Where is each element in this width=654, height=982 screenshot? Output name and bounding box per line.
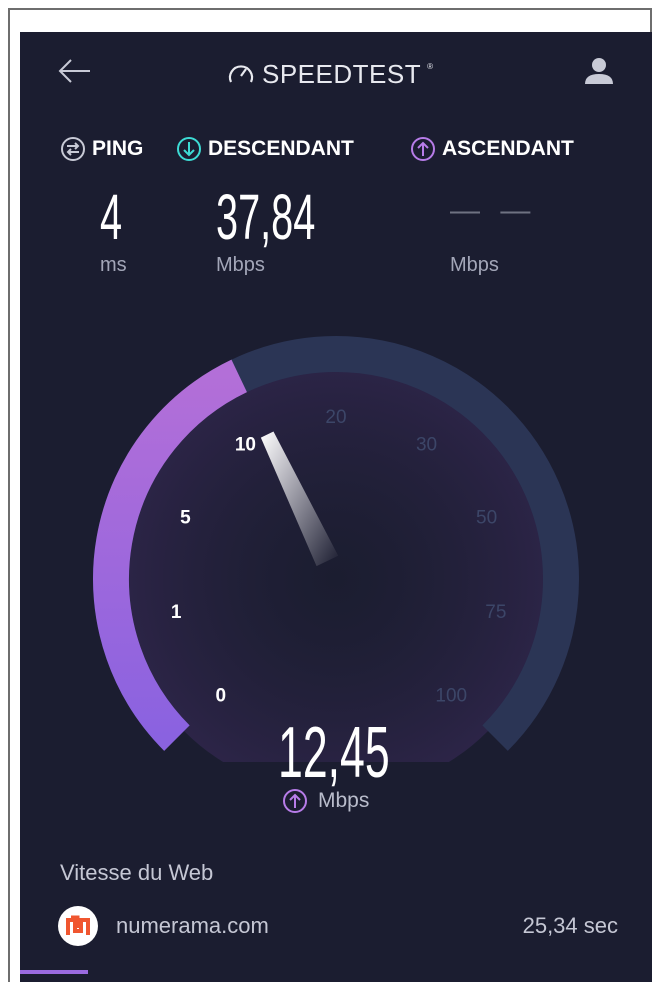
download-unit: Mbps <box>216 254 265 276</box>
ping-value: 4 <box>100 181 123 253</box>
gauge-tick-label: 5 <box>180 508 191 529</box>
site-time: 25,34 sec <box>522 913 618 938</box>
speedtest-logo: SPEEDTEST ® <box>226 58 433 90</box>
gauge-tick-label: 30 <box>416 434 437 455</box>
gauge-tick-label: 20 <box>325 407 346 428</box>
speed-gauge: 0 1 5 10 20 30 50 75 100 <box>93 336 579 762</box>
gauge-tick-label: 0 <box>215 685 226 706</box>
download-label: DESCENDANT <box>208 137 354 160</box>
progress-indicator <box>20 970 88 974</box>
download-arrow-icon <box>177 137 201 161</box>
current-speed-unit: Mbps <box>318 789 370 812</box>
download-header: DESCENDANT <box>176 136 354 162</box>
current-speed-value: 12,45 <box>278 713 390 793</box>
speedometer-icon <box>228 65 254 83</box>
upload-unit: Mbps <box>450 254 499 276</box>
logo-trademark: ® <box>427 62 433 71</box>
upload-value: — — <box>450 194 537 227</box>
user-icon <box>585 58 613 84</box>
upload-header: ASCENDANT <box>410 136 574 162</box>
ping-icon <box>61 137 85 161</box>
upload-arrow-icon <box>283 789 307 813</box>
gauge-tick-label: 1 <box>171 602 182 623</box>
web-site-row[interactable]: numerama.com 25,34 sec <box>58 905 618 947</box>
numerama-logo-icon <box>58 906 98 946</box>
current-speed-unit-row: Mbps <box>282 788 369 814</box>
gauge-tick-label: 10 <box>235 434 256 455</box>
ping-label: PING <box>92 137 144 160</box>
ping-header: PING <box>60 136 143 162</box>
web-speed-title: Vitesse du Web <box>60 860 214 885</box>
download-value: 37,84 <box>216 181 316 253</box>
user-button[interactable] <box>582 54 616 88</box>
site-name: numerama.com <box>116 913 269 938</box>
ping-unit: ms <box>100 254 127 276</box>
logo-text: SPEEDTEST <box>262 58 422 89</box>
speedtest-app: SPEEDTEST ® PING DESCENDANT ASCENDANT 4 … <box>20 32 652 982</box>
arrow-left-icon <box>58 59 90 83</box>
back-button[interactable] <box>56 56 96 86</box>
upload-label: ASCENDANT <box>442 137 574 160</box>
gauge-tick-label: 100 <box>435 685 467 706</box>
gauge-tick-label: 75 <box>485 602 506 623</box>
gauge-tick-label: 50 <box>476 508 497 529</box>
upload-arrow-icon <box>411 137 435 161</box>
